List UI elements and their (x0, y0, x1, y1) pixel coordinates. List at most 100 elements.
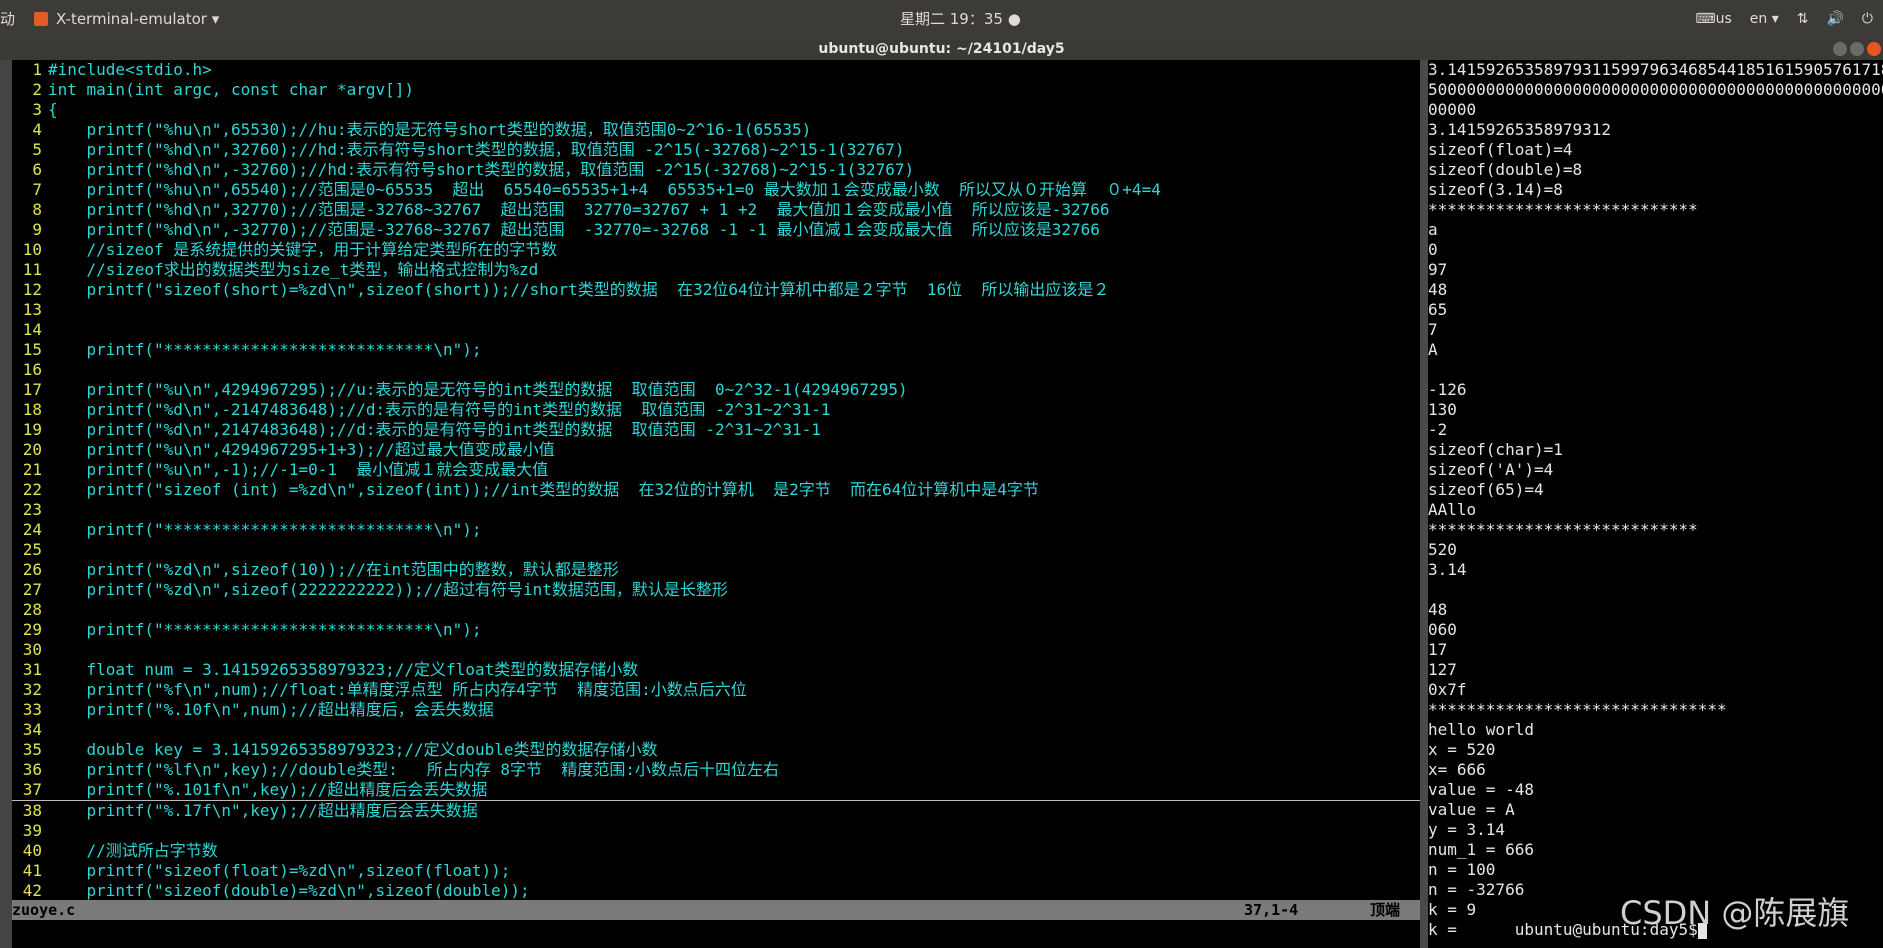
code-line[interactable]: 13 (12, 300, 1420, 320)
line-number: 28 (22, 600, 42, 619)
output-line: 3.14159265358979311599796346854418516159… (1428, 60, 1883, 79)
code-line[interactable]: 41 printf("sizeof(float)=%zd\n",sizeof(f… (12, 861, 1420, 881)
code-text: int main(int argc, const char *argv[]) (48, 80, 415, 99)
line-number: 30 (22, 640, 42, 659)
code-line[interactable]: 37 printf("%.101f\n",key);//超出精度后会丢失数据 (12, 780, 1420, 801)
code-line[interactable]: 31 float num = 3.14159265358979323;//定义f… (12, 660, 1420, 680)
output-line: 65 (1428, 300, 1448, 319)
output-line: -126 (1428, 380, 1467, 399)
output-line: n = 100 (1428, 860, 1496, 879)
output-line: value = -48 (1428, 780, 1534, 799)
code-text: #include<stdio.h> (48, 60, 212, 79)
close-button[interactable] (1867, 42, 1881, 56)
minimize-button[interactable] (1833, 42, 1847, 56)
line-number: 5 (32, 140, 42, 159)
code-text: //测试所占字节数 (48, 841, 218, 860)
pane-divider[interactable] (1420, 60, 1428, 948)
code-text: printf("%lf\n",key);//double类型: 所占内存 8字节… (48, 760, 779, 779)
code-line[interactable]: 39 (12, 821, 1420, 841)
code-line[interactable]: 34 (12, 720, 1420, 740)
line-number: 9 (32, 220, 42, 239)
output-line: -2 (1428, 420, 1448, 439)
code-line[interactable]: 7 printf("%hu\n",65540);//范围是0~65535 超出 … (12, 180, 1420, 200)
code-line[interactable]: 35 double key = 3.14159265358979323;//定义… (12, 740, 1420, 760)
code-line[interactable]: 30 (12, 640, 1420, 660)
network-icon[interactable]: ⇅ (1797, 11, 1809, 27)
code-line[interactable]: 23 (12, 500, 1420, 520)
code-text: printf("%.101f\n",key);//超出精度后会丢失数据 (48, 780, 488, 799)
code-line[interactable]: 11 //sizeof求出的数据类型为size_t类型，输出格式控制为%zd (12, 260, 1420, 280)
code-line[interactable]: 4 printf("%hu\n",65530);//hu:表示的是无符号shor… (12, 120, 1420, 140)
code-line[interactable]: 42 printf("sizeof(double)=%zd\n",sizeof(… (12, 881, 1420, 901)
output-line: sizeof(double)=8 (1428, 160, 1583, 179)
code-line[interactable]: 15 printf("****************************\… (12, 340, 1420, 360)
activities-label[interactable]: 动 (0, 0, 15, 38)
code-line[interactable]: 9 printf("%hd\n",-32770);//范围是-32768~327… (12, 220, 1420, 240)
code-text: printf("sizeof (int) =%zd\n",sizeof(int)… (48, 480, 1039, 499)
app-menu[interactable]: X-terminal-emulator ▾ (56, 10, 219, 28)
code-line[interactable]: 40 //测试所占字节数 (12, 841, 1420, 861)
line-number: 31 (22, 660, 42, 679)
line-number: 25 (22, 540, 42, 559)
line-number: 16 (22, 360, 42, 379)
output-line: 97 (1428, 260, 1448, 279)
program-output[interactable]: 3.14159265358979311599796346854418516159… (1428, 60, 1883, 948)
code-line[interactable]: 29 printf("****************************\… (12, 620, 1420, 640)
line-number: 6 (32, 160, 42, 179)
line-number: 38 (22, 801, 42, 820)
code-text: printf("%u\n",-1);//-1=0-1 最小值减１就会变成最大值 (48, 460, 549, 479)
output-line: 48 (1428, 280, 1448, 299)
code-text: printf("%d\n",-2147483648);//d:表示的是有符号的i… (48, 400, 831, 419)
clock[interactable]: 星期二 19：35 ● (900, 0, 1021, 38)
terminal[interactable]: 1 #include<stdio.h> 2 int main(int argc, co… (12, 60, 1883, 948)
status-scroll: 顶端 (1370, 901, 1401, 919)
code-line[interactable]: 8 printf("%hd\n",32770);//范围是-32768~3276… (12, 200, 1420, 220)
code-line[interactable]: 16 (12, 360, 1420, 380)
code-line[interactable]: 27 printf("%zd\n",sizeof(2222222222));//… (12, 580, 1420, 600)
line-number: 23 (22, 500, 42, 519)
code-text: printf("%.10f\n",num);//超出精度后，会丢失数据 (48, 700, 494, 719)
line-number: 18 (22, 400, 42, 419)
code-line[interactable]: 10 //sizeof 是系统提供的关键字，用于计算给定类型所在的字节数 (12, 240, 1420, 260)
code-line[interactable]: 26 printf("%zd\n",sizeof(10));//在int范围中的… (12, 560, 1420, 580)
code-line[interactable]: 18 printf("%d\n",-2147483648);//d:表示的是有符… (12, 400, 1420, 420)
code-line[interactable]: 33 printf("%.10f\n",num);//超出精度后，会丢失数据 (12, 700, 1420, 720)
code-line[interactable]: 24 printf("****************************\… (12, 520, 1420, 540)
code-text: printf("%hu\n",65530);//hu:表示的是无符号short类… (48, 120, 812, 139)
code-line[interactable]: 32 printf("%f\n",num);//float:单精度浮点型 所占内… (12, 680, 1420, 700)
output-line: AAllo (1428, 500, 1477, 519)
keyboard-indicator[interactable]: ⌨us (1695, 11, 1731, 27)
line-number: 24 (22, 520, 42, 539)
line-number: 11 (22, 260, 42, 279)
volume-icon[interactable]: 🔊 (1826, 11, 1843, 27)
code-line[interactable]: 19 printf("%d\n",2147483648);//d:表示的是有符号… (12, 420, 1420, 440)
code-line[interactable]: 22 printf("sizeof (int) =%zd\n",sizeof(i… (12, 480, 1420, 500)
output-line: sizeof(float)=4 (1428, 140, 1573, 159)
code-line[interactable]: 5 printf("%hd\n",32760);//hd:表示有符号short类… (12, 140, 1420, 160)
language-indicator[interactable]: en ▾ (1750, 11, 1779, 27)
vim-editor[interactable]: 1 #include<stdio.h> 2 int main(int argc, co… (12, 60, 1420, 948)
code-line[interactable]: 1 #include<stdio.h> (12, 60, 1420, 80)
code-line[interactable]: 20 printf("%u\n",4294967295+1+3);//超过最大值… (12, 440, 1420, 460)
code-line[interactable]: 25 (12, 540, 1420, 560)
window-titlebar: ubuntu@ubuntu: ~/24101/day5 (0, 38, 1883, 60)
power-icon[interactable]: ⏻ (1862, 11, 1873, 27)
code-line[interactable]: 28 (12, 600, 1420, 620)
line-number: 14 (22, 320, 42, 339)
code-line[interactable]: 17 printf("%u\n",4294967295);//u:表示的是无符号… (12, 380, 1420, 400)
code-line[interactable]: 6 printf("%hd\n",-32760);//hd:表示有符号short… (12, 160, 1420, 180)
code-line[interactable]: 36 printf("%lf\n",key);//double类型: 所占内存 … (12, 760, 1420, 780)
code-line[interactable]: 14 (12, 320, 1420, 340)
output-line: num_1 = 666 (1428, 840, 1534, 859)
code-line[interactable]: 38 printf("%.17f\n",key);//超出精度后会丢失数据 (12, 801, 1420, 821)
code-line[interactable]: 3{ (12, 100, 1420, 120)
code-line[interactable]: 12 printf("sizeof(short)=%zd\n",sizeof(s… (12, 280, 1420, 300)
output-line: ******************************* (1428, 700, 1727, 719)
line-number: 10 (22, 240, 42, 259)
code-line[interactable]: 21 printf("%u\n",-1);//-1=0-1 最小值减１就会变成最… (12, 460, 1420, 480)
line-number: 35 (22, 740, 42, 759)
line-number: 1 (32, 60, 42, 79)
code-line[interactable]: 2 int main(int argc, const char *argv[]) (12, 80, 1420, 100)
maximize-button[interactable] (1850, 42, 1864, 56)
